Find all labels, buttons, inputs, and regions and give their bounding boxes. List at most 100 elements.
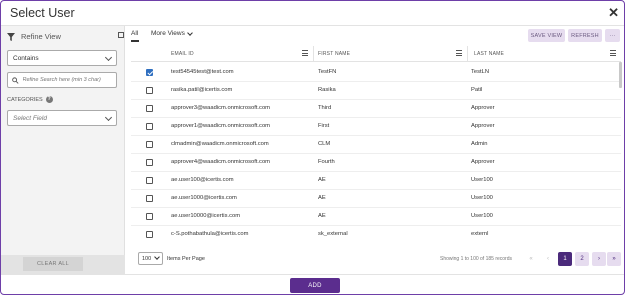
cell-last-name: externl [471,231,489,237]
column-divider [313,46,314,62]
refine-search[interactable] [7,72,117,88]
tab-all-underline [131,40,139,42]
collapse-panel-icon[interactable] [118,32,124,38]
column-menu-icon[interactable] [610,50,616,57]
cell-last-name: User100 [471,195,493,201]
search-icon [12,76,19,84]
chevron-down-icon [104,53,113,62]
table-row[interactable]: test54545test@test.com TestFN TestLN [131,64,621,82]
operator-value: Contains [13,54,39,62]
categories-label-row: CATEGORIES ? [7,96,53,103]
items-per-page-select[interactable]: 100 [138,252,163,265]
refine-header: Refine View [7,32,61,41]
more-options-button[interactable]: ··· [605,29,620,42]
row-checkbox[interactable] [146,123,153,130]
col-email[interactable]: EMAIL ID [171,51,194,57]
cell-last-name: TestLN [471,69,490,75]
table-row[interactable]: ae.user100@icertis.com AE User100 [131,172,621,190]
table-row[interactable]: clmadmin@waadicm.onmicrosoft.com CLM Adm… [131,136,621,154]
refresh-button[interactable]: REFRESH [568,29,602,42]
column-menu-icon[interactable] [456,50,462,57]
cell-first-name: sk_external [318,231,348,237]
records-summary: Showing 1 to 100 of 185 records [440,256,512,262]
cell-first-name: CLM [318,141,331,147]
filter-icon [7,32,15,41]
operator-select[interactable]: Contains [7,50,117,66]
more-views-label: More Views [151,30,185,37]
refine-heading: Refine View [21,32,61,41]
row-checkbox[interactable] [146,87,153,94]
cell-email: approver1@waadicm.onmicrosoft.com [171,123,270,129]
cell-email: c-S.pothabathula@icertis.com [171,231,249,237]
items-per-page-label: Items Per Page [167,256,205,262]
col-first-name[interactable]: FIRST NAME [318,51,350,57]
table-scrollbar[interactable] [619,62,622,88]
table-row[interactable]: approver1@waadicm.onmicrosoft.com First … [131,118,621,136]
cell-first-name: TestFN [318,69,337,75]
page-1-button[interactable]: 1 [558,252,572,266]
chevron-down-icon [104,113,113,122]
dialog-title: Select User [10,6,75,20]
table-row[interactable]: ae.user1000@icertis.com AE User100 [131,190,621,208]
cell-email: ae.user1000@icertis.com [171,195,237,201]
cell-first-name: AE [318,213,326,219]
cell-first-name: First [318,123,330,129]
first-page-button[interactable]: « [524,252,538,266]
row-checkbox[interactable] [146,105,153,112]
chevron-down-icon [187,29,193,36]
cell-first-name: AE [318,177,326,183]
row-checkbox[interactable] [146,69,153,76]
table-row[interactable]: rasika.patil@icertis.com Rasika Patil [131,82,621,100]
help-icon[interactable]: ? [45,96,53,103]
refine-panel: Refine View Contains CATEGORIES ? Select… [1,26,125,274]
cell-last-name: Approver [471,123,495,129]
footer-divider [1,274,624,275]
cell-email: approver4@waadicm.onmicrosoft.com [171,159,270,165]
cell-first-name: Third [318,105,332,111]
cell-last-name: Admin [471,141,488,147]
column-menu-icon[interactable] [302,50,308,57]
cell-last-name: Approver [471,105,495,111]
column-divider [467,46,468,62]
row-checkbox[interactable] [146,177,153,184]
table-row[interactable]: ae.user10000@icertis.com AE User100 [131,208,621,226]
tab-all[interactable]: All [131,30,138,37]
row-checkbox[interactable] [146,141,153,148]
prev-page-button[interactable]: ‹ [541,252,555,266]
save-view-button[interactable]: SAVE VIEW [528,29,565,42]
close-icon[interactable]: ✕ [608,5,619,21]
table-row[interactable]: approver4@waadicm.onmicrosoft.com Fourth… [131,154,621,172]
categories-label: CATEGORIES [7,96,43,103]
refine-search-input[interactable] [22,77,112,83]
row-checkbox[interactable] [146,159,153,166]
cell-email: rasika.patil@icertis.com [171,87,233,93]
clear-all-bar: CLEAR ALL [1,255,125,274]
cell-last-name: Approver [471,159,495,165]
cell-first-name: AE [318,195,326,201]
cell-last-name: User100 [471,213,493,219]
cell-first-name: Fourth [318,159,335,165]
next-page-button[interactable]: › [592,252,606,266]
cell-email: test54545test@test.com [171,69,234,75]
last-page-button[interactable]: » [607,252,621,266]
cell-last-name: Patil [471,87,483,93]
cell-email: clmadmin@waadicm.onmicrosoft.com [171,141,269,147]
clear-all-button[interactable]: CLEAR ALL [23,257,83,271]
field-select[interactable]: Select Field [7,110,117,126]
chevron-down-icon [154,254,160,260]
table-row[interactable]: approver3@waadicm.onmicrosoft.com Third … [131,100,621,118]
add-button[interactable]: ADD [290,278,340,293]
row-checkbox[interactable] [146,195,153,202]
row-checkbox[interactable] [146,231,153,238]
cell-email: ae.user10000@icertis.com [171,213,241,219]
page-2-button[interactable]: 2 [575,252,589,266]
row-checkbox[interactable] [146,213,153,220]
cell-email: ae.user100@icertis.com [171,177,234,183]
cell-first-name: Rasika [318,87,336,93]
more-views-dropdown[interactable]: More Views [151,29,193,37]
col-last-name[interactable]: LAST NAME [474,51,504,57]
table-header: EMAIL ID FIRST NAME LAST NAME [131,46,621,62]
cell-email: approver3@waadicm.onmicrosoft.com [171,105,270,111]
table-row[interactable]: c-S.pothabathula@icertis.com sk_external… [131,226,621,244]
cell-last-name: User100 [471,177,493,183]
